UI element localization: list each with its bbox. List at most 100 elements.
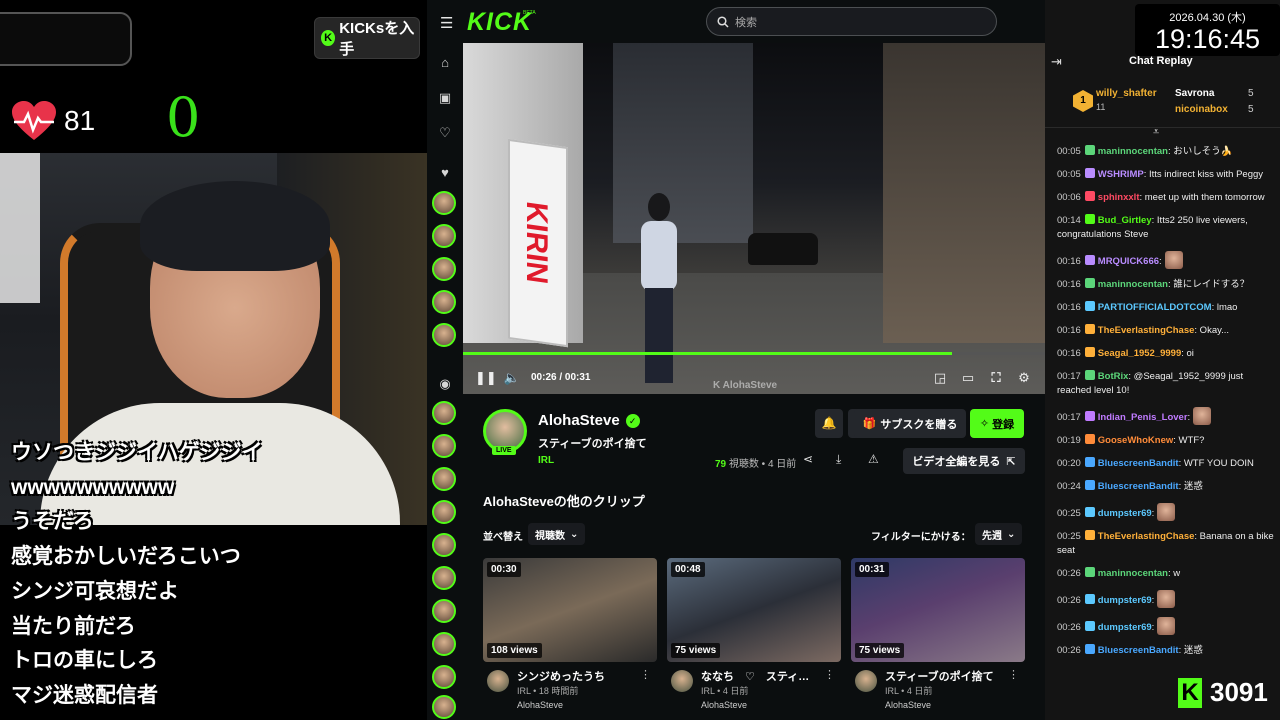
- pip-icon[interactable]: ◲: [931, 370, 949, 386]
- recommended-channel-avatar[interactable]: [432, 467, 456, 491]
- chat-username[interactable]: TheEverlastingChase: [1098, 531, 1195, 542]
- video-player[interactable]: KIRIN ❚❚ 🔈 00:26 / 00:31 ◲ ▭ ⛶ ⚙ K Aloha…: [463, 43, 1045, 394]
- recommended-channel-avatar[interactable]: [432, 695, 456, 719]
- chat-text: : lmao: [1211, 302, 1238, 313]
- watch-full-video-button[interactable]: ビデオ全編を見る ⇱: [903, 448, 1025, 474]
- clock-date: 2026.04.30 (木): [1169, 12, 1246, 24]
- share-icon[interactable]: ⋖: [803, 452, 813, 466]
- chat-username[interactable]: maninnocentan: [1098, 146, 1168, 157]
- menu-icon[interactable]: ☰: [440, 14, 453, 32]
- search-placeholder: 検索: [735, 16, 757, 29]
- followed-channel-avatar[interactable]: [432, 191, 456, 215]
- clip-thumbnail[interactable]: 00:31 75 views: [851, 558, 1025, 662]
- chat-message: 00:16 MRQUICK666:: [1057, 251, 1275, 269]
- clip-channel-avatar[interactable]: [855, 670, 877, 692]
- chat-username[interactable]: dumpster69: [1098, 508, 1152, 519]
- browse-icon[interactable]: ▣: [437, 90, 453, 106]
- chat-username[interactable]: WSHRIMP: [1098, 169, 1144, 180]
- play-pause-icon[interactable]: ❚❚: [475, 370, 497, 386]
- kebab-icon[interactable]: ⋮: [1008, 668, 1019, 681]
- chat-message: 00:19 GooseWhoKnew: WTF?: [1057, 434, 1275, 448]
- chat-username[interactable]: BluescreenBandit: [1098, 645, 1179, 656]
- subscribe-label: 登録: [992, 418, 1015, 431]
- chat-timestamp: 00:26: [1057, 622, 1081, 633]
- download-icon[interactable]: ⤓: [836, 452, 841, 467]
- clip-thumbnail[interactable]: 00:48 75 views: [667, 558, 841, 662]
- chat-username[interactable]: PARTIOFFICIALDOTCOM: [1098, 302, 1212, 313]
- chat-username[interactable]: Seagal_1952_9999: [1098, 348, 1181, 359]
- report-icon[interactable]: ⚠: [868, 452, 879, 466]
- volume-icon[interactable]: 🔈: [503, 370, 521, 386]
- kirin-sign: KIRIN: [508, 138, 568, 348]
- clip-card-channel[interactable]: AlohaSteve: [885, 700, 931, 710]
- chat-username[interactable]: Bud_Girtley: [1098, 215, 1152, 226]
- recommended-channel-avatar[interactable]: [432, 566, 456, 590]
- followed-channel-avatar[interactable]: [432, 257, 456, 281]
- chat-username[interactable]: maninnocentan: [1098, 279, 1168, 290]
- followed-channel-avatar[interactable]: [432, 323, 456, 347]
- chat-username[interactable]: BluescreenBandit: [1098, 458, 1179, 469]
- recommended-channel-avatar[interactable]: [432, 533, 456, 557]
- recommended-channel-avatar[interactable]: [432, 632, 456, 656]
- recommended-channel-avatar[interactable]: [432, 500, 456, 524]
- chat-message: 00:17 Indian_Penis_Lover:: [1057, 407, 1275, 425]
- clip-card-title[interactable]: シンジめったうち: [517, 668, 637, 684]
- recommended-channel-avatar[interactable]: [432, 401, 456, 425]
- sort-label: 並べ替え: [483, 532, 523, 543]
- clip-channel-avatar[interactable]: [487, 670, 509, 692]
- search-input[interactable]: 検索: [706, 7, 997, 36]
- subscribe-button[interactable]: ✧ 登録: [970, 409, 1024, 438]
- chat-username[interactable]: Indian_Penis_Lover: [1098, 412, 1188, 423]
- heart-icon[interactable]: ♡: [437, 125, 453, 141]
- sort-select[interactable]: 視聴数 ⌄: [528, 523, 586, 545]
- settings-icon[interactable]: ⚙: [1015, 370, 1033, 386]
- clip-thumbnail[interactable]: 00:30 108 views: [483, 558, 657, 662]
- top-gifter-name[interactable]: willy_shafter: [1096, 88, 1157, 99]
- chat-text: : WTF?: [1173, 435, 1205, 446]
- chat-username[interactable]: MRQUICK666: [1098, 256, 1159, 267]
- user-badge-icon: [1084, 278, 1095, 288]
- kebab-icon[interactable]: ⋮: [824, 668, 835, 681]
- chat-username[interactable]: maninnocentan: [1098, 568, 1168, 579]
- pinned-expand-icon[interactable]: ⩡: [1153, 126, 1159, 139]
- clip-card-title[interactable]: スティーブのポイ捨て: [885, 668, 1005, 684]
- channel-name[interactable]: AlohaSteve ✓: [538, 412, 640, 429]
- chat-message: 00:20 BluescreenBandit: WTF YOU DOIN: [1057, 457, 1275, 471]
- home-icon[interactable]: ⌂: [437, 55, 453, 71]
- third-gifter-name[interactable]: nicoinabox: [1175, 104, 1228, 115]
- chat-message: 00:17 BotRix: @Seagal_1952_9999 just reac…: [1057, 370, 1275, 398]
- clip-channel-avatar[interactable]: [671, 670, 693, 692]
- recommended-channel-avatar[interactable]: [432, 665, 456, 689]
- chat-username[interactable]: dumpster69: [1098, 595, 1152, 606]
- get-kicks-button[interactable]: K KICKsを入手: [314, 17, 420, 59]
- clip-card-channel[interactable]: AlohaSteve: [701, 700, 747, 710]
- chat-username[interactable]: BotRix: [1098, 371, 1129, 382]
- chat-username[interactable]: TheEverlastingChase: [1098, 325, 1195, 336]
- second-gifter-name[interactable]: Savrona: [1175, 88, 1214, 99]
- clip-card[interactable]: 00:48 75 views ななち ♡ スティ… ⋮ IRL • 4 日前 A…: [667, 558, 841, 710]
- clip-card-title[interactable]: ななち ♡ スティ…: [701, 668, 821, 684]
- clip-card-channel[interactable]: AlohaSteve: [517, 700, 563, 710]
- followed-channel-avatar[interactable]: [432, 224, 456, 248]
- chat-text: : おいしそう🍌: [1167, 146, 1233, 157]
- chat-username[interactable]: dumpster69: [1098, 622, 1152, 633]
- chat-username[interactable]: BluescreenBandit: [1098, 481, 1179, 492]
- bell-icon[interactable]: 🔔: [815, 409, 843, 438]
- theater-icon[interactable]: ▭: [959, 370, 977, 386]
- kebab-icon[interactable]: ⋮: [640, 668, 651, 681]
- chat-timestamp: 00:14: [1057, 215, 1081, 226]
- chat-separator: :: [1151, 595, 1155, 606]
- progress-bar[interactable]: [463, 352, 1045, 355]
- category-link[interactable]: IRL: [538, 455, 554, 466]
- chat-username[interactable]: GooseWhoKnew: [1098, 435, 1173, 446]
- fullscreen-icon[interactable]: ⛶: [987, 370, 1005, 386]
- chat-username[interactable]: sphinxxlt: [1098, 192, 1140, 203]
- gift-sub-button[interactable]: 🎁 サブスクを贈る: [854, 409, 966, 438]
- recommended-channel-avatar[interactable]: [432, 434, 456, 458]
- chat-collapse-icon[interactable]: ⇥: [1051, 54, 1062, 70]
- filter-select[interactable]: 先週 ⌄: [975, 523, 1023, 545]
- clip-card[interactable]: 00:31 75 views スティーブのポイ捨て ⋮ IRL • 4 日前 A…: [851, 558, 1025, 710]
- recommended-channel-avatar[interactable]: [432, 599, 456, 623]
- followed-channel-avatar[interactable]: [432, 290, 456, 314]
- clip-card[interactable]: 00:30 108 views シンジめったうち ⋮ IRL • 18 時間前 …: [483, 558, 657, 710]
